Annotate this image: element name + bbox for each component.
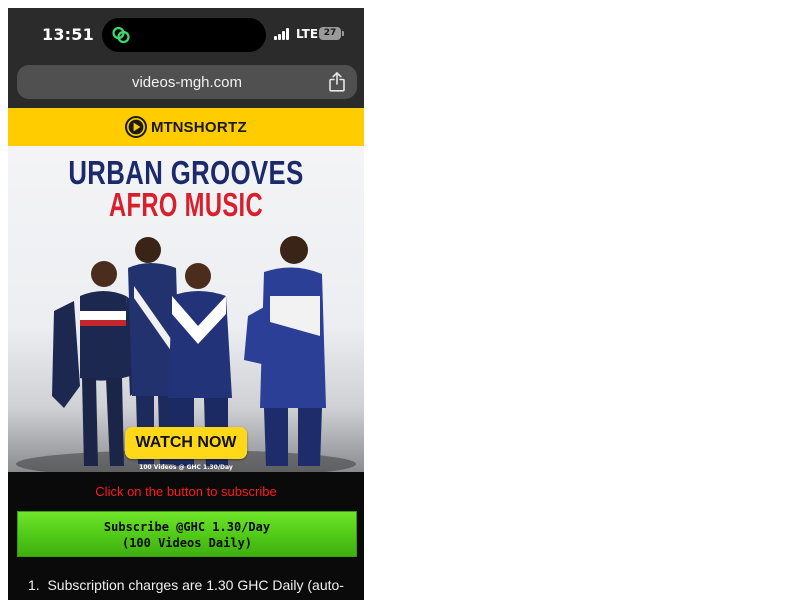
watch-now-button[interactable]: WATCH NOW <box>125 427 247 459</box>
battery-icon: 27 <box>319 27 341 40</box>
brand-header: MTNSHORTZ <box>8 108 364 146</box>
brand-name: MTNSHORTZ <box>151 119 247 136</box>
play-logo-icon <box>125 116 147 138</box>
subscribe-button-line2: (100 Videos Daily) <box>121 536 253 550</box>
subscribe-instruction: Click on the button to subscribe <box>95 484 277 499</box>
signal-strength-icon <box>274 28 292 40</box>
share-icon[interactable] <box>328 72 346 92</box>
battery-tip <box>342 31 344 36</box>
status-time: 13:51 <box>42 25 94 44</box>
terms-item-text: Subscription charges are 1.30 GHC Daily … <box>47 577 344 593</box>
browser-toolbar: videos-mgh.com <box>8 62 364 108</box>
banner-price-caption: 100 Videos @ GHC 1.30/Day <box>139 464 233 471</box>
address-bar[interactable]: videos-mgh.com <box>17 65 357 99</box>
link-app-icon <box>112 26 130 44</box>
subscribe-button[interactable]: Subscribe @GHC 1.30/Day (100 Videos Dail… <box>17 511 357 557</box>
status-bar: 13:51 LTE 27 <box>8 8 364 62</box>
terms-list: 1. Subscription charges are 1.30 GHC Dai… <box>28 577 348 593</box>
phone-screen: 13:51 LTE 27 videos-mgh.com MTNSHORTZ UR… <box>8 8 364 600</box>
dynamic-island <box>102 18 266 52</box>
terms-item: 1. Subscription charges are 1.30 GHC Dai… <box>28 577 348 593</box>
promo-banner[interactable]: URBAN GROOVES AFRO MUSIC WATCH NOW 100 V… <box>8 146 364 472</box>
subscribe-button-line1: Subscribe @GHC 1.30/Day <box>103 520 271 534</box>
url-text[interactable]: videos-mgh.com <box>17 74 357 91</box>
terms-item-number: 1. <box>28 577 40 593</box>
banner-title-line2: AFRO MUSIC <box>108 186 264 223</box>
network-type: LTE <box>296 27 319 41</box>
